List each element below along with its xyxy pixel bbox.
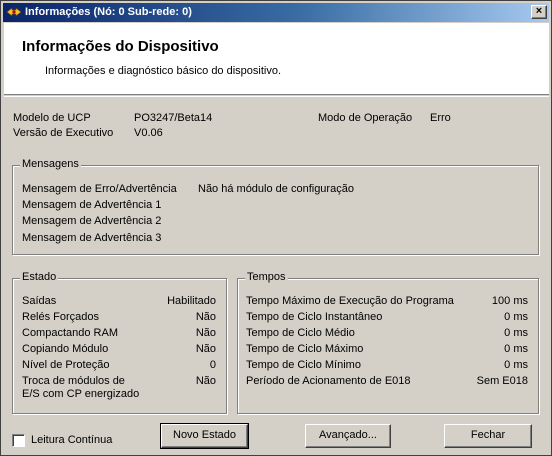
estado-label: Troca de módulos de xyxy=(22,375,125,387)
mode-label: Modo de Operação xyxy=(318,112,413,124)
tempos-label: Tempo de Ciclo Instantâneo xyxy=(246,311,383,323)
leitura-continua-label[interactable]: Leitura Contínua xyxy=(31,434,112,446)
info-window: Informações (Nó: 0 Sub-rede: 0) × Inform… xyxy=(0,0,552,456)
avancado-button[interactable]: Avançado... xyxy=(305,424,391,448)
estado-group-title: Estado xyxy=(20,271,59,283)
estado-label: Compactando RAM xyxy=(22,327,118,339)
message-value: Não há módulo de configuração xyxy=(198,183,354,195)
novo-estado-button[interactable]: Novo Estado xyxy=(160,423,249,449)
fechar-button[interactable]: Fechar xyxy=(444,424,532,448)
tempos-value: 0 ms xyxy=(504,359,528,371)
estado-value: Habilitado xyxy=(167,295,216,307)
title-bar[interactable]: Informações (Nó: 0 Sub-rede: 0) × xyxy=(3,3,549,22)
estado-label: Saídas xyxy=(22,295,57,307)
model-label: Modelo de UCP xyxy=(13,112,91,124)
tempos-label: Tempo Máximo de Execução do Programa xyxy=(246,295,454,307)
tempos-value: 0 ms xyxy=(504,327,528,339)
network-arrows-icon xyxy=(6,7,22,17)
estado-label: E/S com CP energizado xyxy=(22,388,140,400)
message-label: Mensagem de Advertência 3 xyxy=(22,232,162,244)
page-title: Informações do Dispositivo xyxy=(22,38,219,55)
tempos-group-title: Tempos xyxy=(245,271,288,283)
close-button[interactable]: × xyxy=(531,5,547,19)
close-icon: × xyxy=(535,5,543,17)
message-label: Mensagem de Advertência 1 xyxy=(22,199,162,211)
version-value: V0.06 xyxy=(134,127,163,139)
header-divider xyxy=(4,96,549,97)
message-label: Mensagem de Erro/Advertência xyxy=(22,183,177,195)
estado-value: Não xyxy=(195,343,216,355)
estado-value: Não xyxy=(195,327,216,339)
tempos-value: 100 ms xyxy=(491,295,528,307)
tempos-value: 0 ms xyxy=(504,311,528,323)
tempos-label: Período de Acionamento de E018 xyxy=(246,375,411,387)
messages-group-title: Mensagens xyxy=(20,158,81,170)
page-subtitle: Informações e diagnóstico básico do disp… xyxy=(45,65,282,77)
leitura-continua-checkbox[interactable] xyxy=(12,434,25,447)
estado-value: 0 xyxy=(209,359,216,371)
tempos-label: Tempo de Ciclo Máximo xyxy=(246,343,364,355)
message-label: Mensagem de Advertência 2 xyxy=(22,215,162,227)
tempos-label: Tempo de Ciclo Mínimo xyxy=(246,359,361,371)
tempos-label: Tempo de Ciclo Médio xyxy=(246,327,355,339)
window-title: Informações (Nó: 0 Sub-rede: 0) xyxy=(25,6,192,18)
estado-label: Copiando Módulo xyxy=(22,343,109,355)
avancado-label: Avançado... xyxy=(319,429,377,441)
version-label: Versão de Executivo xyxy=(13,127,114,139)
model-value: PO3247/Beta14 xyxy=(134,112,213,124)
estado-value: Não xyxy=(195,375,216,387)
header-panel: Informações do Dispositivo Informações e… xyxy=(4,23,549,95)
estado-label: Nível de Proteção xyxy=(22,359,110,371)
tempos-value: 0 ms xyxy=(504,343,528,355)
fechar-label: Fechar xyxy=(470,429,506,441)
tempos-value: Sem E018 xyxy=(476,375,528,387)
estado-value: Não xyxy=(195,311,216,323)
mode-value: Erro xyxy=(430,112,451,124)
estado-label: Relés Forçados xyxy=(22,311,100,323)
novo-estado-label: Novo Estado xyxy=(173,429,236,441)
